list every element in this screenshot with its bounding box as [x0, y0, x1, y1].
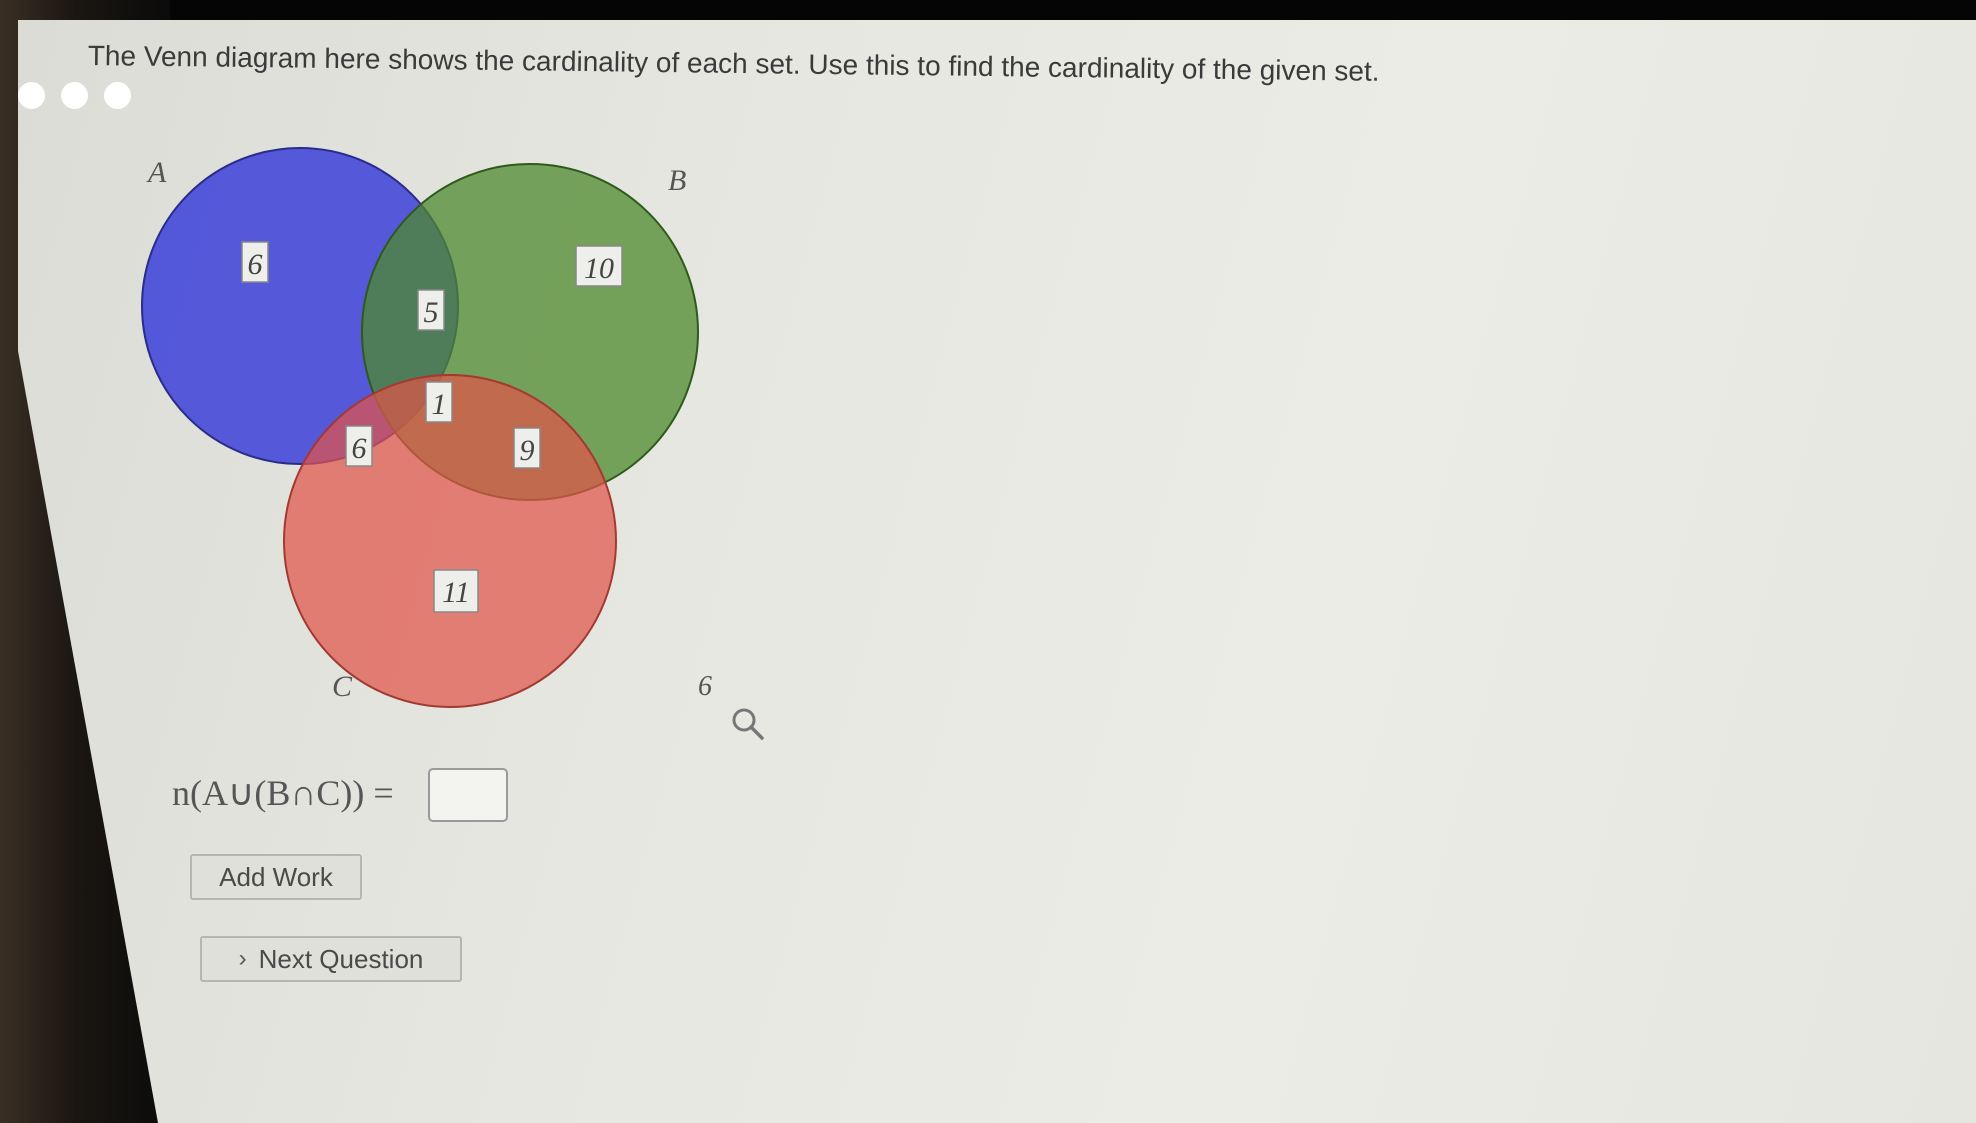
venn-diagram: A B C 6 10 5 1 6 9 11 6 [141, 147, 712, 708]
region-a-and-c-only: 6 [345, 425, 373, 467]
add-work-label: Add Work [219, 861, 333, 892]
region-b-only: 10 [575, 245, 623, 287]
set-c-label: C [332, 670, 353, 703]
region-a-and-b-and-c-value: 1 [432, 388, 447, 421]
region-a-and-c-only-value: 6 [352, 432, 367, 465]
region-a-and-b-only-value: 5 [424, 296, 439, 329]
add-work-button[interactable]: Add Work [190, 854, 362, 900]
magnifier-icon[interactable] [730, 706, 766, 742]
set-a-label: A [146, 156, 167, 189]
region-a-and-b-and-c: 1 [425, 381, 453, 423]
set-expression: n(A∪(B∩C)) = [172, 773, 394, 813]
region-a-and-b-only: 5 [417, 289, 445, 331]
next-question-button[interactable]: › Next Question [200, 936, 462, 982]
chevron-right-icon: › [238, 945, 247, 972]
set-b-label: B [668, 164, 686, 197]
region-b-and-c-only-value: 9 [520, 434, 535, 467]
region-c-only-value: 11 [442, 576, 470, 609]
next-question-label: Next Question [258, 943, 424, 974]
set-c-circle [283, 374, 617, 708]
region-a-only: 6 [241, 241, 269, 283]
region-a-only-value: 6 [248, 248, 263, 281]
outside-value: 6 [698, 671, 712, 702]
region-b-only-value: 10 [584, 252, 614, 285]
region-b-and-c-only: 9 [513, 427, 541, 469]
region-c-only: 11 [433, 569, 479, 613]
answer-input[interactable] [428, 768, 508, 822]
